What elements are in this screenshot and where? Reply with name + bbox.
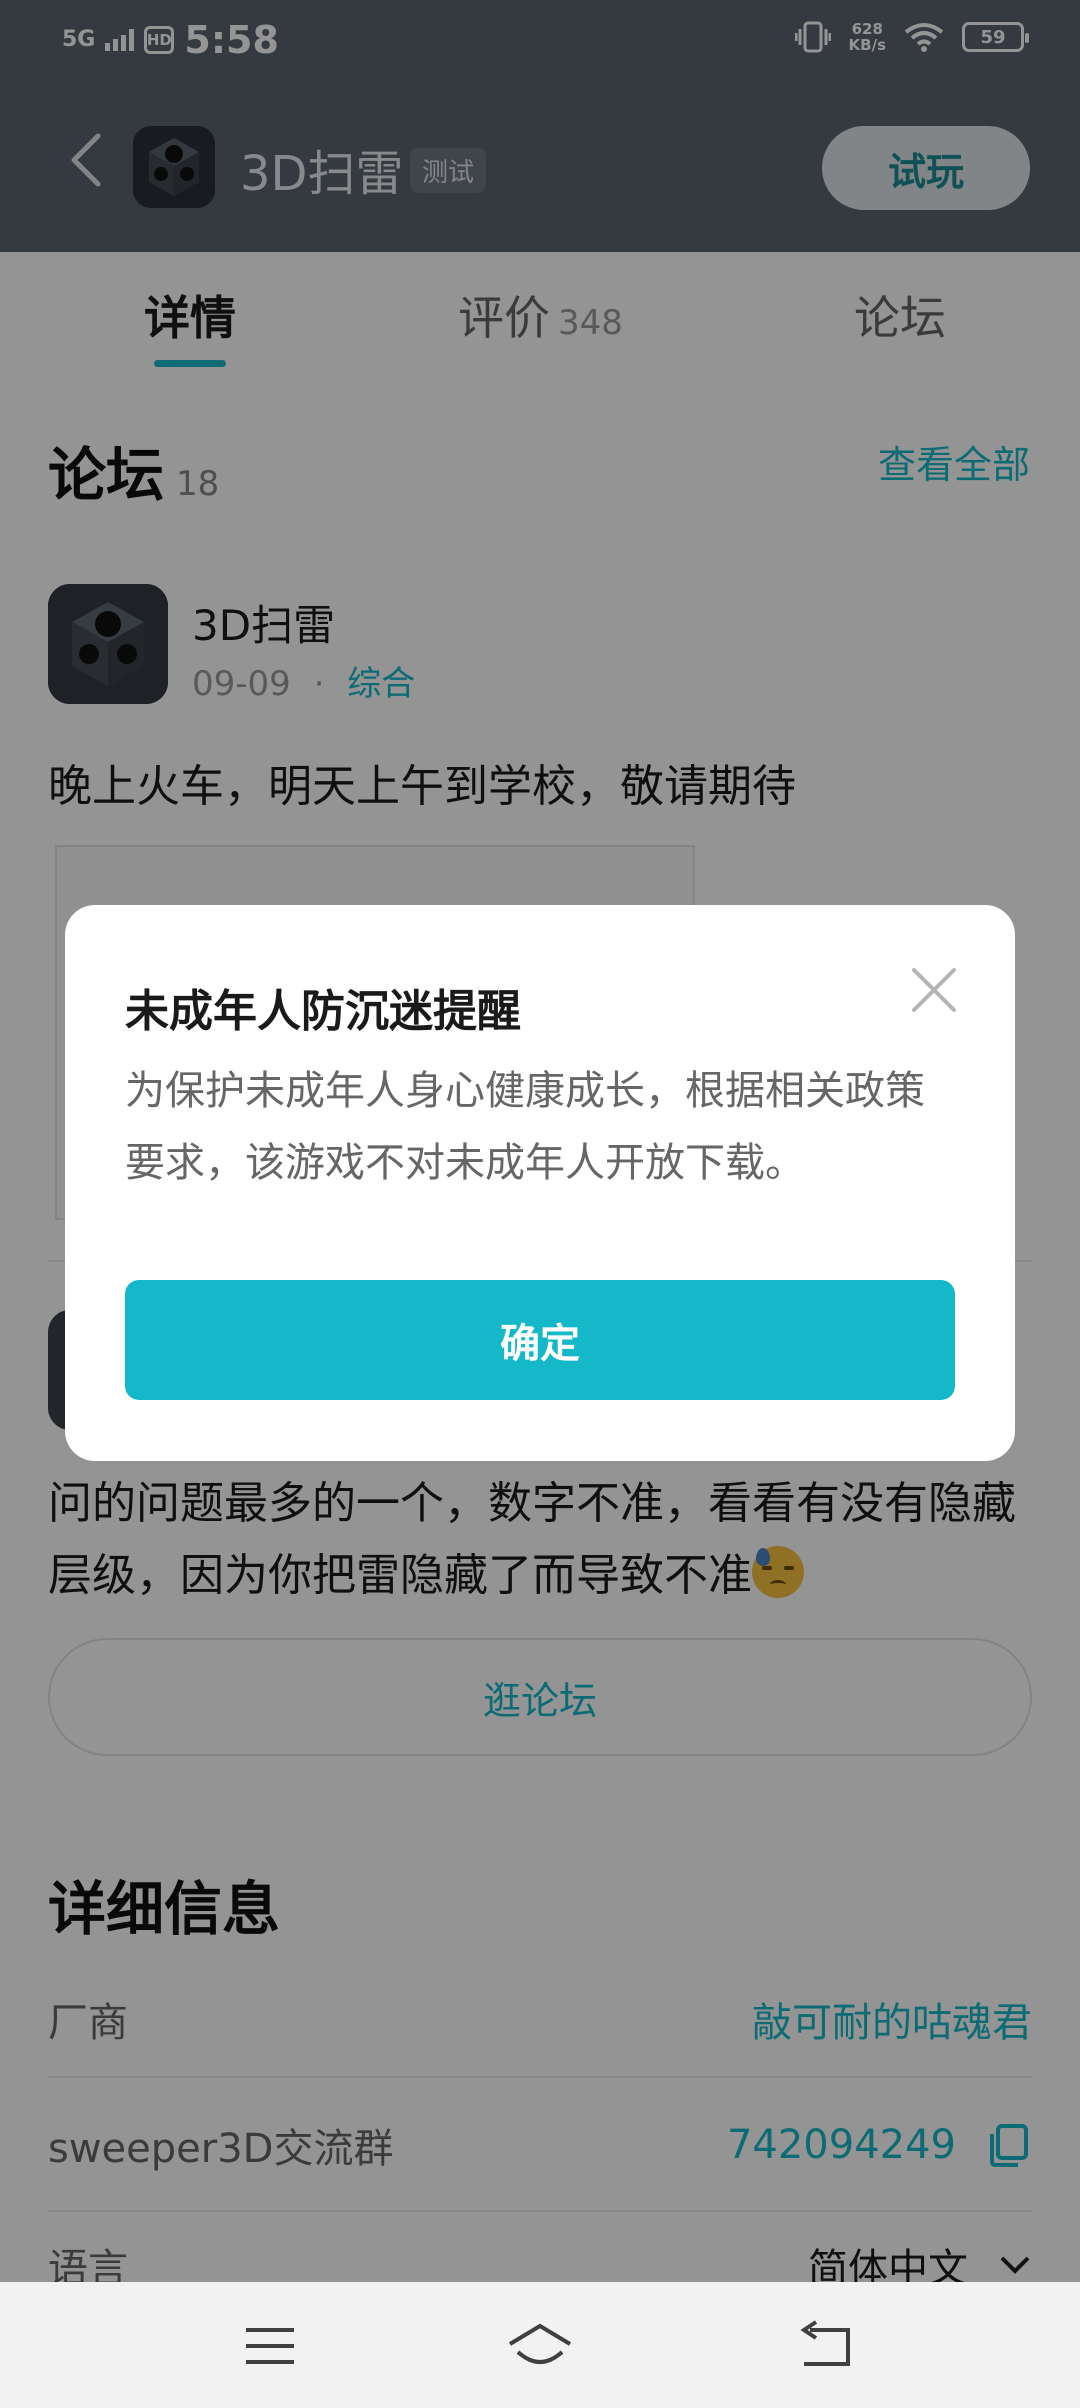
- nav-shade: [0, 2282, 1080, 2408]
- dialog-message: 为保护未成年人身心健康成长，根据相关政策要求，该游戏不对未成年人开放下载。: [125, 1068, 925, 1186]
- dialog-title: 未成年人防沉迷提醒: [125, 986, 521, 1037]
- close-icon[interactable]: [909, 965, 959, 1015]
- anti-addiction-dialog: 未成年人防沉迷提醒 为保护未成年人身心健康成长，根据相关政策要求，该游戏不对未成…: [65, 905, 1015, 1461]
- confirm-button[interactable]: 确定: [125, 1280, 955, 1400]
